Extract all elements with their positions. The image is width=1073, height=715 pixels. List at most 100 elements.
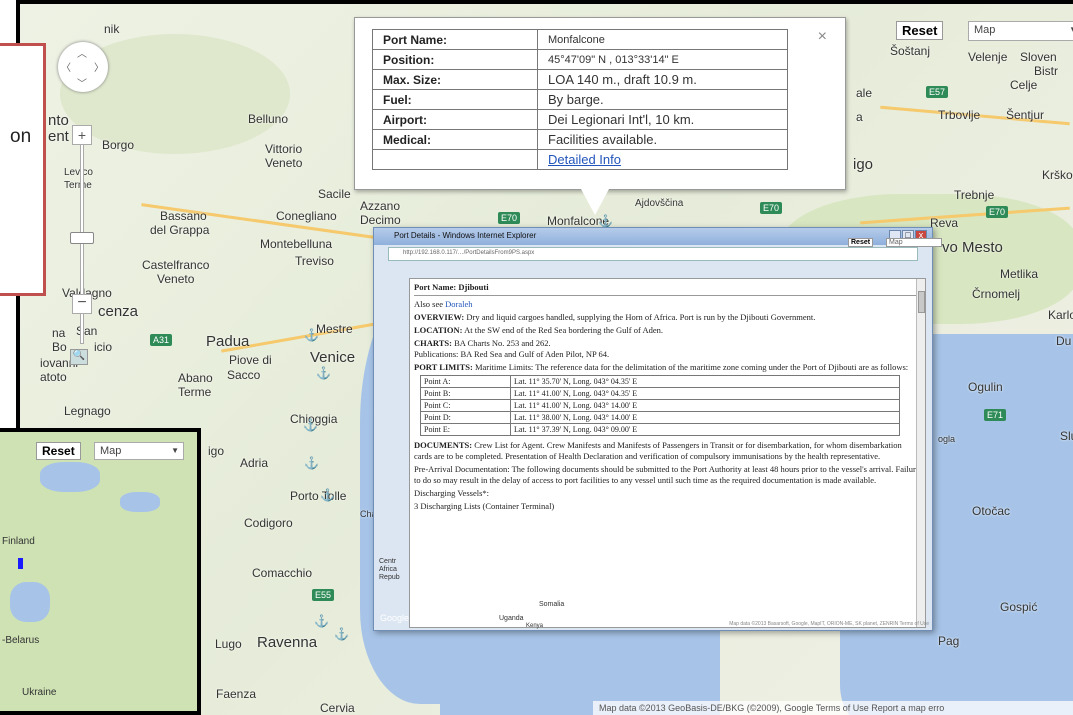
table-row: Detailed Info — [372, 149, 788, 170]
address-bar[interactable]: http://192.168.0.117/…/PortDetailsFrom9P… — [388, 247, 918, 261]
publications-text: Publications: BA Red Sea and Gulf of Ade… — [414, 349, 610, 359]
city-label: Karlov — [1048, 308, 1073, 322]
row-value: LOA 140 m., draft 10.9 m. — [537, 69, 788, 90]
table-row: Airport: Dei Legionari Int'l, 10 km. — [372, 109, 788, 130]
table-row: Fuel: By barge. — [372, 89, 788, 110]
city-label: Levico — [64, 167, 93, 178]
point-coord: Lat. 11° 41.00' N, Long. 043° 04.35' E — [510, 387, 900, 400]
highway-shield: E70 — [986, 206, 1009, 218]
lake-area — [40, 462, 100, 492]
inner-map-type-select[interactable]: Map — [886, 238, 942, 247]
city-label: nik — [104, 22, 120, 36]
highway-shield: E70 — [498, 212, 521, 224]
window-title: Port Details - Windows Internet Explorer — [394, 231, 537, 240]
pan-control[interactable]: ︿ 〈 〉 ﹀ — [58, 42, 108, 92]
port-anchor-icon[interactable]: ⚓ — [320, 488, 335, 502]
prearrival-text: Pre-Arrival Documentation: The following… — [414, 464, 920, 485]
country-label: Ukraine — [22, 687, 57, 698]
table-row: Port Name: Monfalcone — [372, 29, 788, 50]
city-label: Črnomelj — [972, 287, 1021, 301]
country-label: -Belarus — [2, 635, 40, 646]
country-label: Finland — [2, 536, 35, 547]
point-coord: Lat. 11° 35.70' N, Long. 043° 04.35' E — [510, 375, 900, 388]
city-label: ent — [48, 128, 69, 145]
inset-reset-button[interactable]: Reset — [36, 442, 81, 460]
port-name-heading: Port Name: Djibouti — [414, 282, 921, 296]
callout-box: on — [0, 43, 46, 296]
pan-right-icon[interactable]: 〉 — [94, 59, 104, 74]
doraleh-link[interactable]: Doraleh — [445, 299, 472, 309]
city-label: igo — [208, 444, 225, 458]
callout-text: on — [10, 126, 32, 147]
charts-text: BA Charts No. 253 and 262. — [454, 338, 551, 348]
city-label: Borgo — [102, 138, 135, 152]
port-anchor-icon[interactable]: ⚓ — [303, 418, 318, 432]
point-name: Point E: — [420, 423, 511, 436]
also-see-label: Also see — [414, 299, 444, 309]
pan-down-icon[interactable]: ﹀ — [77, 75, 87, 90]
port-anchor-icon[interactable]: ⚓ — [316, 366, 331, 380]
city-label: Metlika — [1000, 267, 1039, 281]
zoom-slider-thumb[interactable] — [70, 232, 94, 244]
inner-reset-button[interactable]: Reset — [848, 238, 874, 247]
map-label: Centr Africa Repub — [379, 558, 400, 581]
table-row: Point D: Lat. 11° 38.00' N, Long. 043° 14… — [420, 411, 900, 424]
empty-cell — [372, 149, 538, 170]
row-label: Max. Size: — [372, 69, 538, 90]
row-label: Position: — [372, 49, 538, 70]
city-label: Terme — [64, 180, 92, 191]
city-label: vo Mesto — [942, 239, 1003, 256]
table-row: Point A: Lat. 11° 35.70' N, Long. 043° 04… — [420, 375, 900, 388]
map-type-select[interactable]: Map ▼ — [968, 21, 1073, 41]
row-value: By barge. — [537, 89, 788, 110]
location-marker[interactable] — [18, 558, 23, 569]
city-label: Ogulin — [968, 380, 1003, 394]
table-row: Medical: Facilities available. — [372, 129, 788, 150]
city-label: Codigoro — [244, 516, 293, 530]
port-anchor-icon[interactable]: ⚓ — [314, 614, 329, 628]
inset-map[interactable]: Reset Map ▼ Finland -Belarus Ukraine — [0, 428, 201, 715]
city-label: Velenje — [968, 50, 1008, 64]
port-anchor-icon[interactable]: ⚓ — [304, 328, 319, 342]
table-row: Position: 45°47'09" N , 013°33'14" E — [372, 49, 788, 70]
street-view-pegman-icon[interactable]: 🔍 — [70, 349, 88, 365]
point-name: Point A: — [420, 375, 511, 388]
map-label: Somalia — [539, 601, 565, 608]
port-info-table: Port Name: Monfalcone Position: 45°47'09" … — [372, 29, 788, 170]
port-details-content: Port Name: Djibouti Also see Doraleh OVE… — [409, 278, 926, 628]
pan-left-icon[interactable]: 〈 — [61, 59, 71, 74]
port-anchor-icon[interactable]: ⚓ — [598, 214, 613, 228]
zoom-slider-track[interactable] — [80, 144, 84, 344]
scrollbar-thumb[interactable] — [918, 291, 925, 313]
close-icon[interactable]: × — [818, 28, 827, 46]
port-anchor-icon[interactable]: ⚓ — [334, 627, 349, 641]
zoom-in-button[interactable]: + — [72, 125, 92, 145]
city-label: Bo — [52, 340, 67, 354]
city-label: ale — [856, 86, 873, 100]
map-type-value: Map — [974, 24, 996, 36]
ie-window[interactable]: Port Details - Windows Internet Explorer… — [373, 227, 942, 631]
city-label: Vittorio — [265, 142, 303, 156]
limits-text: Maritime Limits: The reference data for … — [474, 362, 909, 372]
zoom-out-button[interactable]: − — [72, 294, 92, 314]
city-label: Padua — [206, 333, 250, 350]
pan-up-icon[interactable]: ︿ — [77, 45, 87, 60]
reset-button[interactable]: Reset — [896, 21, 944, 40]
overview-text: Dry and liquid cargoes handled, supplyin… — [466, 312, 816, 322]
city-label: Reva — [930, 216, 959, 230]
highway-shield: E71 — [984, 409, 1007, 421]
discharging-label: Discharging Vessels*: — [414, 488, 490, 498]
detailed-info-link[interactable]: Detailed Info — [548, 152, 621, 167]
city-label: Porto Tolle — [290, 489, 347, 503]
limits-label: PORT LIMITS: — [414, 362, 473, 372]
city-label: Conegliano — [276, 209, 337, 223]
city-label: Veneto — [157, 272, 195, 286]
point-coord: Lat. 11° 37.39' N, Long. 043° 09.00' E — [510, 423, 900, 436]
city-label: Lugo — [215, 637, 242, 651]
city-label: Šentjur — [1006, 108, 1045, 122]
vertical-scrollbar[interactable] — [916, 279, 925, 627]
city-label: Krško — [1042, 168, 1073, 182]
port-anchor-icon[interactable]: ⚓ — [304, 456, 319, 470]
inset-map-type-select[interactable]: Map ▼ — [94, 442, 184, 460]
city-label: atoto — [40, 370, 67, 384]
